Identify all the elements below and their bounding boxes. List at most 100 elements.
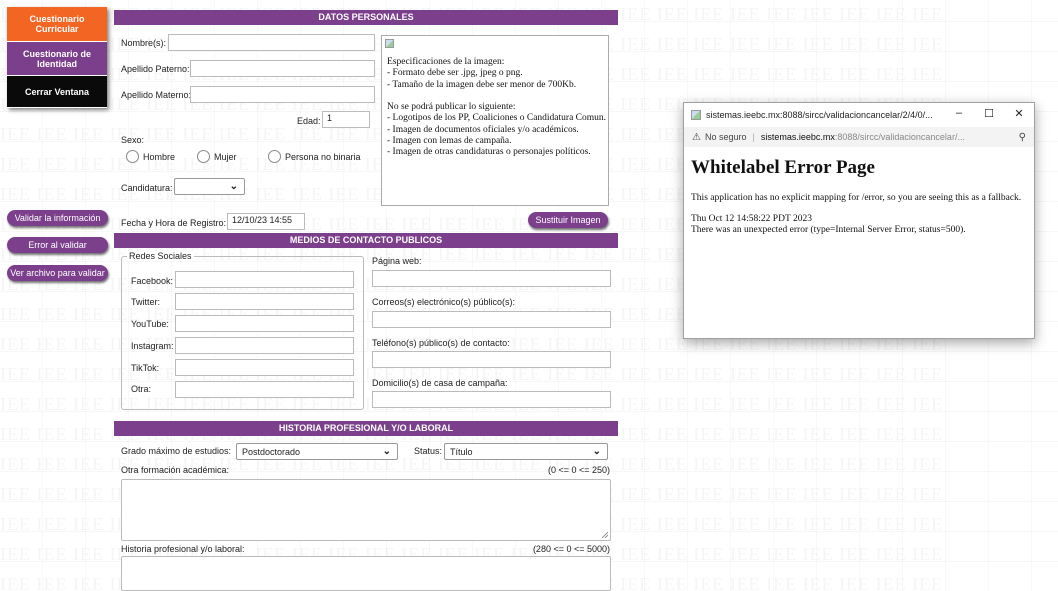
status-value: Título (450, 447, 473, 457)
url-host: sistemas.ieebc.mx (760, 132, 835, 142)
sexo-label: Sexo: (121, 135, 145, 145)
otra-formacion-counter: (0 <= 0 <= 250) (547, 465, 610, 475)
zoom-icon[interactable]: ⚲ (1019, 132, 1026, 143)
image-spec-line: No se podrá publicar lo siguiente: (387, 102, 516, 113)
edad-input[interactable]: 1 (322, 111, 370, 128)
historia-profesional-counter: (280 <= 0 <= 5000) (532, 544, 610, 554)
image-spec-line: - Tamaño de la imagen debe ser menor de … (387, 79, 577, 90)
chevron-down-icon: ⌄ (592, 446, 601, 457)
sidebar-item-label: Cuestionario de Identidad (22, 48, 91, 69)
sidebar-item-cerrar-ventana[interactable]: Cerrar Ventana (7, 76, 107, 108)
sidebar-menu: Cuestionario Curricular Cuestionario de … (7, 7, 107, 108)
image-spec-line: - Formato debe ser .jpg, jpeg o png. (387, 68, 523, 79)
resize-grip-icon[interactable] (602, 532, 608, 538)
error-timestamp: Thu Oct 12 14:58:22 PDT 2023 (691, 214, 812, 224)
image-spec-line (387, 91, 607, 102)
sexo-hombre-label: Hombre (143, 152, 176, 162)
error-status: There was an unexpected error (type=Inte… (691, 225, 966, 235)
otra-formacion-label: Otra formación académica: (121, 465, 230, 475)
tiktok-input[interactable] (175, 359, 354, 376)
instagram-label: Instagram: (131, 341, 174, 351)
youtube-label: YouTube: (131, 319, 169, 329)
apellido-paterno-label: Apellido Paterno: (121, 64, 190, 74)
grado-estudios-select[interactable]: Postdoctorado ⌄ (236, 443, 398, 460)
sustituir-imagen-button[interactable]: Sustituir Imagen (528, 212, 608, 228)
image-spec-line: - Logotipos de los PP, Coaliciones o Can… (387, 113, 607, 124)
chevron-down-icon: ⌄ (382, 446, 391, 457)
facebook-input[interactable] (175, 271, 354, 288)
image-spec-line: Especificaciones de la imagen: (387, 57, 505, 67)
pagina-web-label: Página web: (372, 256, 422, 266)
image-spec-line: - Imagen de otras candidaturas o persona… (387, 147, 591, 158)
telefonos-input[interactable] (372, 351, 611, 368)
status-select[interactable]: Título ⌄ (444, 443, 608, 460)
sexo-no-binaria-radio[interactable] (268, 150, 281, 163)
minimize-icon[interactable]: – (949, 107, 969, 119)
telefonos-label: Teléfono(s) público(s) de contacto: (372, 338, 510, 348)
twitter-label: Twitter: (131, 297, 161, 307)
popup-title: sistemas.ieebc.mx:8088/sircc/validacionc… (706, 110, 933, 120)
ver-archivo-button[interactable]: Ver archivo para validar (7, 265, 108, 281)
apellido-materno-input[interactable] (190, 86, 375, 103)
maximize-icon[interactable]: ☐ (979, 107, 999, 120)
grado-estudios-label: Grado máximo de estudios: (121, 446, 232, 456)
error-details: Thu Oct 12 14:58:22 PDT 2023 There was a… (691, 214, 1031, 236)
sexo-mujer-radio[interactable] (197, 150, 210, 163)
domicilio-label: Domicilio(s) de casa de campaña: (372, 378, 508, 388)
domicilio-input[interactable] (372, 391, 611, 408)
apellido-paterno-input[interactable] (190, 60, 375, 77)
browser-popup-window: sistemas.ieebc.mx:8088/sircc/validacionc… (683, 102, 1035, 339)
image-specifications: Especificaciones de la imagen: - Formato … (387, 57, 607, 159)
youtube-input[interactable] (175, 315, 354, 332)
sexo-mujer-label: Mujer (214, 152, 237, 162)
pagina-web-input[interactable] (372, 270, 611, 287)
candidatura-label: Candidatura: (121, 183, 173, 193)
error-al-validar-button[interactable]: Error al validar (7, 237, 108, 253)
error-page-body: Whitelabel Error Page This application h… (691, 157, 1031, 246)
sexo-no-binaria-label: Persona no binaria (285, 152, 361, 162)
url-path: :8088/sircc/validacioncancelar/... (834, 132, 965, 142)
medios-contacto-header: MEDIOS DE CONTACTO PUBLICOS (114, 233, 618, 248)
sexo-hombre-radio[interactable] (126, 150, 139, 163)
tiktok-label: TikTok: (131, 363, 160, 373)
otra-formacion-textarea[interactable] (121, 479, 611, 541)
chevron-down-icon: ⌄ (229, 181, 238, 192)
correos-input[interactable] (372, 311, 611, 328)
broken-image-icon (385, 39, 394, 48)
sidebar-item-cuestionario-curricular[interactable]: Cuestionario Curricular (7, 7, 107, 42)
historia-profesional-textarea[interactable] (121, 556, 611, 591)
grado-estudios-value: Postdoctorado (242, 447, 301, 457)
popup-address-bar[interactable]: ⚠ No seguro | sistemas.ieebc.mx :8088/si… (684, 127, 1034, 147)
close-icon[interactable]: ✕ (1009, 107, 1029, 120)
status-label: Status: (414, 446, 443, 456)
apellido-materno-label: Apellido Materno: (121, 90, 192, 100)
validar-informacion-button[interactable]: Validar la información (7, 210, 108, 226)
error-message: This application has no explicit mapping… (691, 193, 1022, 203)
nombre-input[interactable] (168, 34, 375, 51)
security-label: No seguro (704, 132, 747, 142)
sidebar-item-label: Cerrar Ventana (24, 86, 90, 97)
warning-icon: ⚠ (692, 131, 701, 143)
otra-label: Otra: (131, 384, 152, 394)
facebook-label: Facebook: (131, 276, 174, 286)
candidatura-select[interactable]: ⌄ (174, 178, 245, 195)
nombre-label: Nombre(s): (121, 38, 167, 48)
historia-profesional-header: HISTORIA PROFESIONAL Y/O LABORAL (114, 421, 618, 436)
page-favicon-icon (691, 110, 701, 120)
instagram-input[interactable] (175, 337, 354, 354)
profile-image-box: Especificaciones de la imagen: - Formato … (381, 35, 609, 206)
datos-personales-header: DATOS PERSONALES (114, 10, 618, 25)
error-heading: Whitelabel Error Page (691, 157, 875, 178)
url-separator: | (752, 132, 755, 142)
otra-red-input[interactable] (175, 381, 354, 398)
popup-titlebar[interactable]: sistemas.ieebc.mx:8088/sircc/validacionc… (684, 103, 1034, 127)
edad-label: Edad: (297, 116, 321, 126)
correos-label: Correos(s) electrónico(s) público(s): (372, 297, 516, 307)
fecha-registro-input[interactable]: 12/10/23 14:55 (227, 213, 305, 230)
twitter-input[interactable] (175, 293, 354, 310)
image-spec-line: - Imagen de documentos oficiales y/o aca… (387, 124, 579, 135)
historia-profesional-label: Historia profesional y/o laboral: (121, 544, 245, 554)
fecha-registro-label: Fecha y Hora de Registro: (121, 218, 227, 228)
sidebar-item-label: Cuestionario Curricular (29, 14, 85, 34)
sidebar-item-cuestionario-identidad[interactable]: Cuestionario de Identidad (7, 42, 107, 76)
